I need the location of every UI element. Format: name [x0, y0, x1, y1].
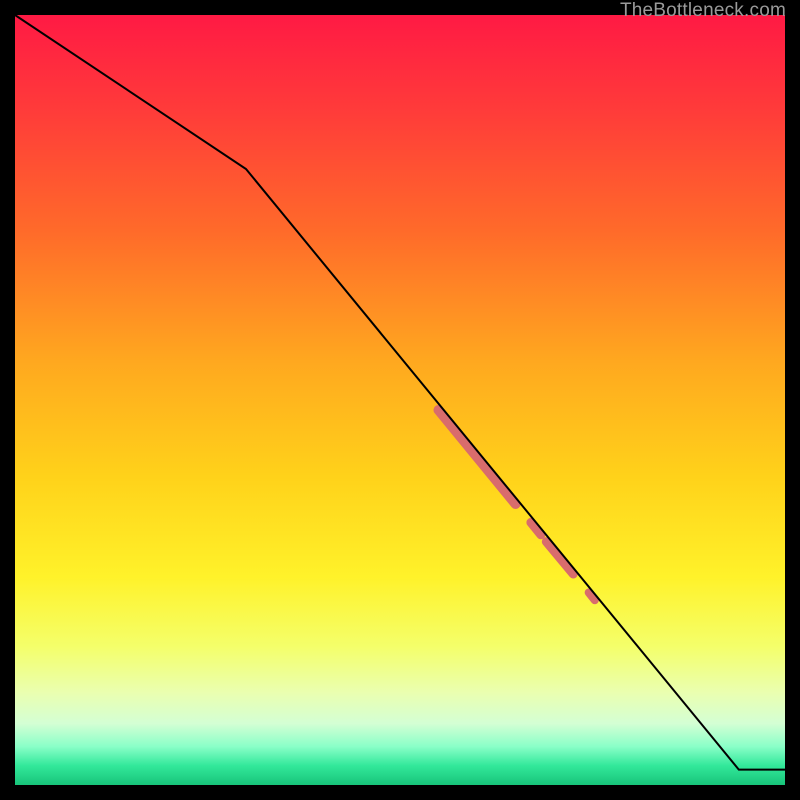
watermark-text: TheBottleneck.com	[620, 0, 786, 22]
chart-frame: TheBottleneck.com	[0, 0, 800, 800]
gradient-fill	[15, 15, 785, 785]
bottleneck-chart	[15, 15, 785, 785]
